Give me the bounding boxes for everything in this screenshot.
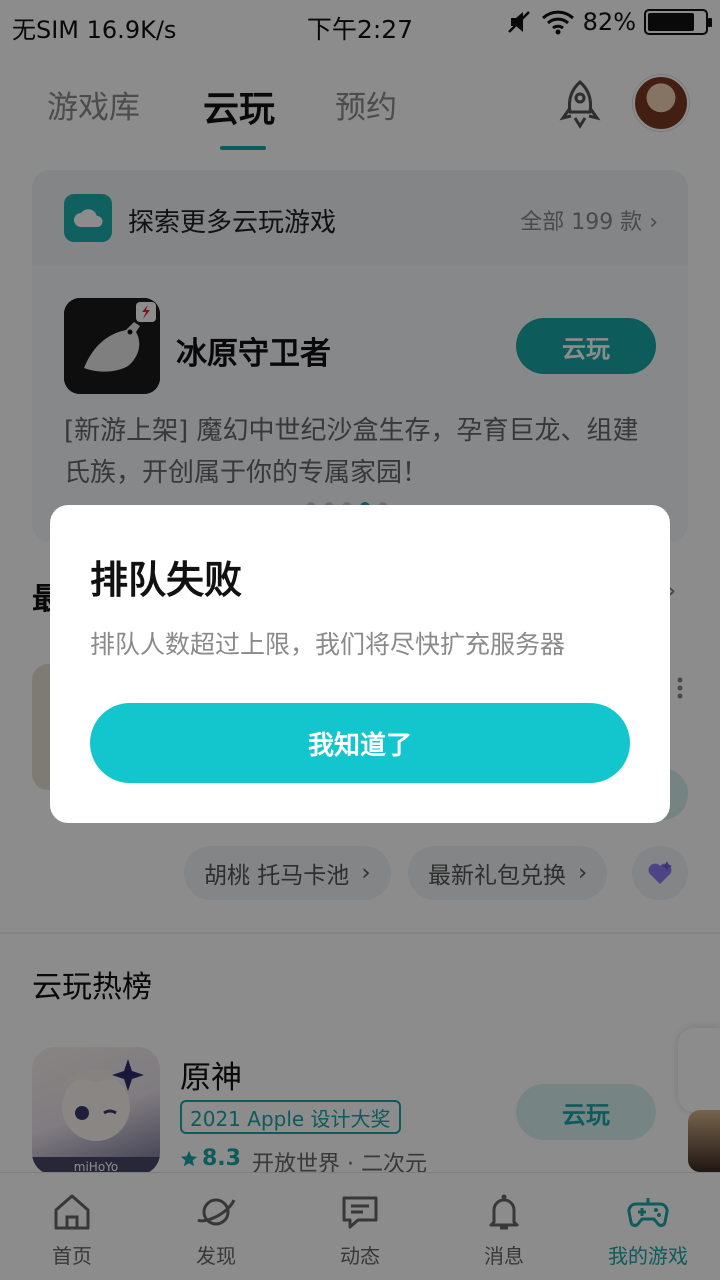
- dialog-message: 排队人数超过上限，我们将尽快扩充服务器: [90, 630, 566, 659]
- dialog-title: 排队失败: [90, 558, 243, 602]
- dialog-confirm-button[interactable]: 我知道了: [90, 703, 630, 783]
- queue-failed-dialog: 排队失败 排队人数超过上限，我们将尽快扩充服务器 我知道了: [50, 505, 670, 823]
